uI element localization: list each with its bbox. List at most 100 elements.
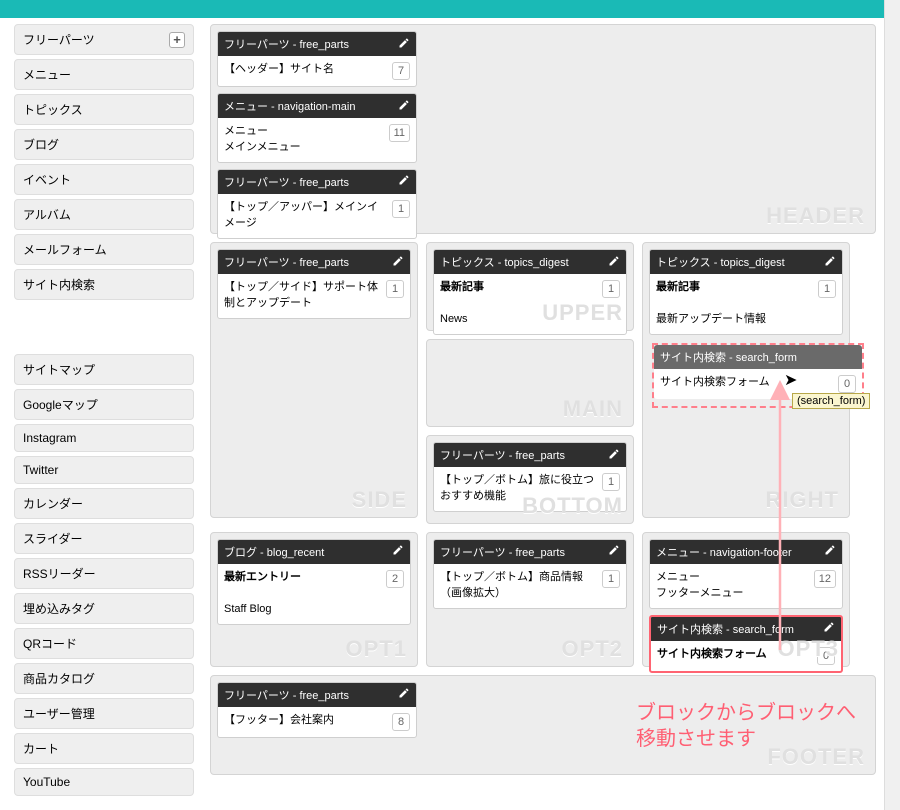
parts-card[interactable]: フリーパーツ - free_parts【ヘッダー】サイト名7 xyxy=(217,31,417,87)
card-header[interactable]: メニュー - navigation-main xyxy=(218,94,416,118)
edit-icon[interactable] xyxy=(823,621,835,636)
sidebar-item-label: メニュー xyxy=(23,66,71,83)
edit-icon[interactable] xyxy=(824,544,836,559)
sidebar-item[interactable]: イベント xyxy=(14,164,194,195)
parts-card[interactable]: フリーパーツ - free_parts【トップ／アッパー】メインイメージ1 xyxy=(217,169,417,239)
sidebar-item[interactable]: サイト内検索 xyxy=(14,269,194,300)
parts-card[interactable]: メニュー - navigation-footerメニューフッターメニュー12 xyxy=(649,539,843,609)
card-count: 7 xyxy=(392,62,410,80)
card-header[interactable]: トピックス - topics_digest xyxy=(434,250,626,274)
sidebar-item[interactable]: Instagram xyxy=(14,424,194,452)
zone-label: HEADER xyxy=(766,203,865,229)
sidebar-item-label: スライダー xyxy=(23,530,83,547)
parts-card[interactable]: トピックス - topics_digest最新記事最新アップデート情報1 xyxy=(649,249,843,335)
sidebar-item[interactable]: メニュー xyxy=(14,59,194,90)
edit-icon[interactable] xyxy=(398,99,410,114)
sidebar-item[interactable]: YouTube xyxy=(14,768,194,796)
edit-icon[interactable] xyxy=(824,255,836,270)
sidebar-item-label: Googleマップ xyxy=(23,396,98,413)
sidebar-item[interactable]: ブログ xyxy=(14,129,194,160)
zone-main[interactable]: MAIN xyxy=(426,339,634,428)
edit-icon[interactable] xyxy=(608,255,620,270)
card-head-label: メニュー - navigation-footer xyxy=(656,544,792,560)
card-header[interactable]: ブログ - blog_recent xyxy=(218,540,410,564)
parts-card[interactable]: ブログ - blog_recent最新エントリーStaff Blog2 xyxy=(217,539,411,625)
sidebar-item[interactable]: フリーパーツ+ xyxy=(14,24,194,55)
card-count: 2 xyxy=(386,570,404,588)
zone-side[interactable]: フリーパーツ - free_parts【トップ／サイド】サポート体制とアップデー… xyxy=(210,242,418,518)
edit-icon[interactable] xyxy=(398,174,410,189)
card-count: 1 xyxy=(602,570,620,588)
add-icon[interactable]: + xyxy=(169,32,185,48)
layout-canvas: フリーパーツ - free_parts【ヘッダー】サイト名7 メニュー - nav… xyxy=(200,18,900,810)
parts-card[interactable]: トピックス - topics_digest最新記事News1 xyxy=(433,249,627,335)
sidebar: フリーパーツ+ メニュートピックスブログイベントアルバムメールフォームサイト内検索… xyxy=(0,18,200,810)
parts-card[interactable]: フリーパーツ - free_parts【トップ／ボトム】商品情報（画像拡大）1 xyxy=(433,539,627,609)
card-header[interactable]: メニュー - navigation-footer xyxy=(650,540,842,564)
edit-icon[interactable] xyxy=(608,448,620,463)
sidebar-item[interactable]: メールフォーム xyxy=(14,234,194,265)
sidebar-item-label: カート xyxy=(23,740,59,757)
edit-icon[interactable] xyxy=(608,544,620,559)
zone-opt3[interactable]: メニュー - navigation-footerメニューフッターメニュー12 サイ… xyxy=(642,532,850,667)
card-header[interactable]: フリーパーツ - free_parts xyxy=(218,250,410,274)
card-header[interactable]: サイト内検索 - search_form xyxy=(651,617,841,641)
parts-card[interactable]: フリーパーツ - free_parts【フッター】会社案内8 xyxy=(217,682,417,738)
sidebar-item[interactable]: スライダー xyxy=(14,523,194,554)
sidebar-item-label: ブログ xyxy=(23,136,59,153)
sidebar-item-label: メールフォーム xyxy=(23,241,107,258)
card-head-label: フリーパーツ - free_parts xyxy=(224,36,349,52)
scrollbar[interactable] xyxy=(884,0,900,810)
zone-footer[interactable]: フリーパーツ - free_parts【フッター】会社案内8 FOOTER xyxy=(210,675,876,775)
card-header[interactable]: トピックス - topics_digest xyxy=(650,250,842,274)
zone-bottom[interactable]: フリーパーツ - free_parts【トップ／ボトム】旅に役立つおすすめ機能1… xyxy=(426,435,634,524)
edit-icon[interactable] xyxy=(398,687,410,702)
drag-outline: サイト内検索 - search_form サイト内検索フォーム 0 xyxy=(652,343,864,408)
card-head-label: サイト内検索 - search_form xyxy=(660,349,797,365)
card-head-label: フリーパーツ - free_parts xyxy=(224,174,349,190)
sidebar-item[interactable]: Twitter xyxy=(14,456,194,484)
sidebar-item[interactable]: 埋め込みタグ xyxy=(14,593,194,624)
parts-card[interactable]: フリーパーツ - free_parts【トップ／ボトム】旅に役立つおすすめ機能1 xyxy=(433,442,627,512)
sidebar-item-label: サイト内検索 xyxy=(23,276,95,293)
sidebar-item[interactable]: ユーザー管理 xyxy=(14,698,194,729)
zone-header[interactable]: フリーパーツ - free_parts【ヘッダー】サイト名7 メニュー - nav… xyxy=(210,24,876,234)
parts-card[interactable]: メニュー - navigation-mainメニューメインメニュー11 xyxy=(217,93,417,163)
sidebar-item-label: ユーザー管理 xyxy=(23,705,95,722)
zone-opt2[interactable]: フリーパーツ - free_parts【トップ／ボトム】商品情報（画像拡大）1 … xyxy=(426,532,634,667)
sidebar-item[interactable]: RSSリーダー xyxy=(14,558,194,589)
card-head-label: フリーパーツ - free_parts xyxy=(224,687,349,703)
sidebar-item[interactable]: カレンダー xyxy=(14,488,194,519)
zone-opt1[interactable]: ブログ - blog_recent最新エントリーStaff Blog2 OPT1 xyxy=(210,532,418,667)
card-head-label: フリーパーツ - free_parts xyxy=(224,254,349,270)
parts-card[interactable]: サイト内検索 - search_formサイト内検索フォーム0 xyxy=(649,615,843,673)
card-count: 8 xyxy=(392,713,410,731)
card-header[interactable]: フリーパーツ - free_parts xyxy=(218,32,416,56)
sidebar-item[interactable]: アルバム xyxy=(14,199,194,230)
sidebar-item-label: QRコード xyxy=(23,635,77,652)
sidebar-item[interactable]: Googleマップ xyxy=(14,389,194,420)
card-header[interactable]: フリーパーツ - free_parts xyxy=(434,540,626,564)
sidebar-item[interactable]: トピックス xyxy=(14,94,194,125)
sidebar-item-label: カレンダー xyxy=(23,495,83,512)
sidebar-item[interactable]: サイトマップ xyxy=(14,354,194,385)
card-count: 1 xyxy=(602,280,620,298)
edit-icon[interactable] xyxy=(392,544,404,559)
zone-upper[interactable]: トピックス - topics_digest最新記事News1 UPPER xyxy=(426,242,634,331)
sidebar-item[interactable]: QRコード xyxy=(14,628,194,659)
sidebar-item[interactable]: 商品カタログ xyxy=(14,663,194,694)
sidebar-item-label: アルバム xyxy=(23,206,71,223)
edit-icon[interactable] xyxy=(392,255,404,270)
parts-card[interactable]: フリーパーツ - free_parts【トップ／サイド】サポート体制とアップデー… xyxy=(217,249,411,319)
card-header[interactable]: サイト内検索 - search_form xyxy=(654,345,862,369)
card-header[interactable]: フリーパーツ - free_parts xyxy=(434,443,626,467)
edit-icon[interactable] xyxy=(398,37,410,52)
card-header[interactable]: フリーパーツ - free_parts xyxy=(218,683,416,707)
sidebar-item-label: Instagram xyxy=(23,431,76,445)
card-count: 1 xyxy=(392,200,410,218)
top-teal-bar xyxy=(0,0,900,18)
sidebar-item[interactable]: カート xyxy=(14,733,194,764)
card-header[interactable]: フリーパーツ - free_parts xyxy=(218,170,416,194)
card-count: 12 xyxy=(814,570,836,588)
card-head-label: サイト内検索 - search_form xyxy=(657,621,794,637)
